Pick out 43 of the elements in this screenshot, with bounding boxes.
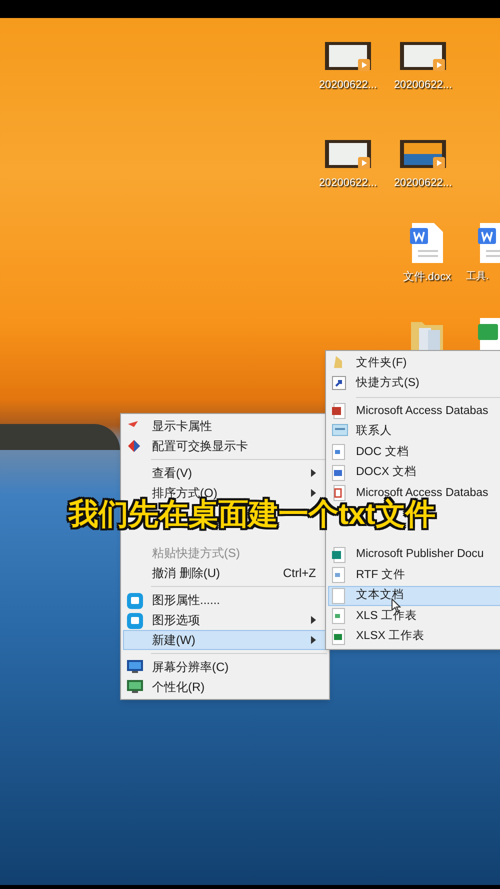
contact-card-icon (332, 424, 348, 436)
menu-item[interactable]: Microsoft Publisher Docu (328, 544, 500, 565)
graphics-icon (127, 593, 143, 609)
menu-item[interactable]: 撤消 删除(U) Ctrl+Z (123, 563, 327, 583)
spreadsheet-file-icon (332, 608, 345, 624)
document-file-icon (332, 464, 345, 480)
menu-item[interactable]: 联系人 (328, 422, 500, 442)
menu-item[interactable]: DOCX 文档 (328, 462, 500, 483)
video-file-icon[interactable] (325, 42, 371, 72)
text-file-icon (332, 588, 345, 604)
menu-item[interactable]: 配置可交换显示卡 (123, 436, 327, 456)
menu-item[interactable]: 个性化(R) (123, 677, 327, 697)
menu-item[interactable]: XLSX 工作表 (328, 626, 500, 647)
menu-item[interactable]: 图形属性...... (123, 590, 327, 610)
video-file-icon[interactable] (400, 140, 446, 170)
menu-item[interactable]: 快捷方式(S) (328, 374, 500, 394)
diamond-icon (127, 439, 141, 453)
menu-item[interactable]: Microsoft Access Databas (328, 401, 500, 422)
spreadsheet-file-icon (332, 628, 345, 644)
video-file-icon[interactable] (400, 42, 446, 72)
menu-item[interactable]: XLS 工作表 (328, 606, 500, 626)
document-file-icon (332, 444, 345, 460)
menu-item[interactable]: 新建(W) (123, 630, 327, 650)
menu-item[interactable]: RTF 文件 (328, 565, 500, 586)
graphics-icon (127, 613, 143, 629)
spreadsheet-file-icon[interactable] (478, 318, 500, 350)
menu-item[interactable]: 显示卡属性 (123, 416, 327, 436)
monitor-icon (127, 660, 143, 674)
menu-item[interactable]: 图形选项 (123, 610, 327, 630)
document-file-icon[interactable] (410, 222, 444, 264)
monitor-icon (127, 680, 143, 694)
menu-item[interactable]: 文件夹(F) (328, 353, 500, 374)
menu-item[interactable]: 查看(V) (123, 463, 327, 483)
menu-item[interactable]: DOC 文档 (328, 442, 500, 462)
database-file-icon (332, 485, 346, 501)
menu-item[interactable]: 文本文档 (328, 586, 500, 606)
folder-icon (332, 355, 344, 369)
shortcut-icon (332, 376, 346, 390)
menu-item[interactable]: 屏幕分辨率(C) (123, 657, 327, 677)
video-file-icon[interactable] (325, 140, 371, 170)
publisher-file-icon (332, 546, 346, 562)
database-file-icon (332, 403, 346, 419)
document-file-icon (332, 567, 345, 583)
